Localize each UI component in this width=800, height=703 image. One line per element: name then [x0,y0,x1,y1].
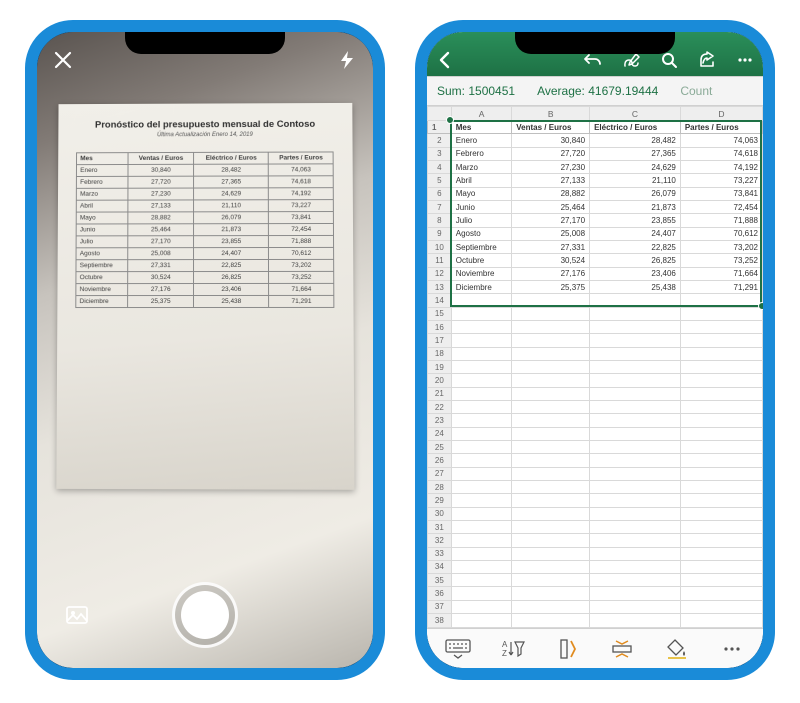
table-row[interactable]: 4Marzo27,23024,62974,192 [428,160,763,173]
table-row[interactable]: 16 [428,320,763,333]
notch [515,32,675,54]
table-row[interactable]: 10Septiembre27,33122,82573,202 [428,240,763,253]
table-row[interactable]: 3Febrero27,72027,36574,618 [428,147,763,160]
table-row[interactable]: 25 [428,440,763,453]
sort-filter-icon[interactable]: AZ [499,635,527,663]
table-row[interactable]: 2Enero30,84028,48274,063 [428,134,763,147]
document-table-row: Mayo28,88226,07973,841 [77,212,334,224]
table-row[interactable]: 14 [428,294,763,307]
phone-left: Pronóstico del presupuesto mensual de Co… [25,20,385,680]
share-icon[interactable] [697,50,717,70]
table-row[interactable]: 35 [428,574,763,587]
spacer [319,601,347,629]
column-header[interactable]: B [512,107,590,121]
more-bottom-icon[interactable] [718,635,746,663]
table-row[interactable]: 18 [428,347,763,360]
document-table-row: Febrero27,72027,36574,618 [77,176,334,189]
table-row[interactable]: 30 [428,507,763,520]
column-header[interactable]: C [590,107,681,121]
scanned-document: Pronóstico del presupuesto mensual de Co… [56,103,354,490]
table-row[interactable]: 13Diciembre25,37525,43871,291 [428,280,763,293]
table-row[interactable]: 12Noviembre27,17623,40671,664 [428,267,763,280]
table-row[interactable]: 20 [428,374,763,387]
selection-handle-bottom-right[interactable] [758,302,763,310]
table-row[interactable]: 31 [428,520,763,533]
table-row[interactable]: 7Junio25,46421,87372,454 [428,200,763,213]
more-icon[interactable] [735,50,755,70]
document-table-row: Octubre30,52426,82573,252 [76,271,334,283]
document-table-row: Junio25,46421,87372,454 [77,223,335,235]
table-row[interactable]: 11Octubre30,52426,82573,252 [428,254,763,267]
document-table-header: Partes / Euros [269,152,334,164]
stat-count: Count [680,84,712,98]
table-row[interactable]: 6Mayo28,88226,07973,841 [428,187,763,200]
table-row[interactable]: 5Abril27,13321,11073,227 [428,174,763,187]
document-table: MesVentas / EurosEléctrico / EurosPartes… [76,151,335,308]
document-subtitle: Última Actualización Enero 14, 2019 [68,132,342,139]
fill-color-icon[interactable] [663,635,691,663]
insert-column-icon[interactable] [554,635,582,663]
table-row[interactable]: 29 [428,494,763,507]
table-row[interactable]: 24 [428,427,763,440]
document-table-row: Marzo27,23024,62974,192 [77,188,334,201]
table-row[interactable]: 33 [428,547,763,560]
back-icon[interactable] [435,50,455,70]
table-row[interactable]: 19 [428,360,763,373]
stat-sum: Sum: 1500451 [437,84,515,98]
excel-screen: Sum: 1500451 Average: 41679.19444 Count … [427,32,763,668]
excel-bottom-toolbar: AZ [427,628,763,668]
svg-text:Z: Z [502,649,507,658]
table-row[interactable]: 21 [428,387,763,400]
table-row[interactable]: 34 [428,560,763,573]
table-row[interactable]: 38 [428,614,763,628]
document-table-row: Noviembre27,17623,40671,664 [76,283,334,295]
document-table-row: Julio27,17023,85571,888 [76,235,334,247]
table-row[interactable]: 37 [428,600,763,613]
document-table-row: Enero30,84028,48274,063 [77,164,334,177]
document-table-row: Agosto25,00824,40770,612 [76,247,334,259]
svg-text:A: A [502,640,508,649]
document-title: Pronóstico del presupuesto mensual de Co… [68,119,342,131]
selection-handle-top-left[interactable] [446,116,454,124]
camera-screen: Pronóstico del presupuesto mensual de Co… [37,32,373,668]
keyboard-icon[interactable] [444,635,472,663]
table-row[interactable]: 22 [428,400,763,413]
document-table-row: Abril27,13321,11073,227 [77,200,334,213]
stat-average: Average: 41679.19444 [537,84,658,98]
close-icon[interactable] [53,50,73,70]
document-table-header: Mes [77,153,128,165]
document-table-header: Eléctrico / Euros [194,152,269,164]
column-header[interactable]: A [451,107,512,121]
document-table-row: Diciembre25,37525,43871,291 [76,295,334,307]
spreadsheet[interactable]: ABCD 1MesVentas / EurosEléctrico / Euros… [427,106,763,628]
table-row[interactable]: 1MesVentas / EurosEléctrico / EurosParte… [428,121,763,134]
table-row[interactable]: 28 [428,480,763,493]
aggregate-stats-bar[interactable]: Sum: 1500451 Average: 41679.19444 Count [427,76,763,106]
document-table-row: Septiembre27,33122,82573,202 [76,259,334,271]
table-row[interactable]: 23 [428,414,763,427]
shutter-button[interactable] [172,582,238,648]
phone-right: Sum: 1500451 Average: 41679.19444 Count … [415,20,775,680]
insert-row-icon[interactable] [608,635,636,663]
column-header[interactable]: D [680,107,762,121]
flash-icon[interactable] [337,50,357,70]
table-row[interactable]: 26 [428,454,763,467]
table-row[interactable]: 27 [428,467,763,480]
gallery-icon[interactable] [63,601,91,629]
notch [125,32,285,54]
table-row[interactable]: 17 [428,334,763,347]
table-row[interactable]: 8Julio27,17023,85571,888 [428,214,763,227]
table-row[interactable]: 15 [428,307,763,320]
table-row[interactable]: 36 [428,587,763,600]
document-table-header: Ventas / Euros [128,152,194,164]
table-row[interactable]: 9Agosto25,00824,40770,612 [428,227,763,240]
table-row[interactable]: 32 [428,534,763,547]
